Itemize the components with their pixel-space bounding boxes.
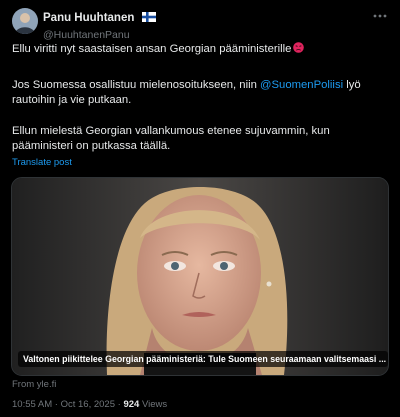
tweet-paragraph-2: Jos Suomessa osallistuu mielenosoituksee… bbox=[12, 78, 388, 108]
link-preview-card[interactable]: Valtonen piikittelee Georgian pääministe… bbox=[11, 177, 389, 376]
author-block: Panu Huuhtanen @HuuhtanenPanu bbox=[43, 8, 156, 42]
mention-link[interactable]: @SuomenPoliisi bbox=[260, 79, 343, 91]
tweet-paragraph-3: Ellun mielestä Georgian vallankumous ete… bbox=[12, 125, 330, 152]
author-handle[interactable]: @HuuhtanenPanu bbox=[43, 28, 156, 42]
card-image bbox=[12, 178, 388, 375]
avatar-image bbox=[12, 8, 38, 34]
views-count: 924 bbox=[123, 399, 140, 410]
paragraph-1-text: Ellu viritti nyt saastaisen ansan Georgi… bbox=[12, 43, 292, 55]
finland-flag-icon bbox=[141, 9, 156, 27]
avatar[interactable] bbox=[12, 8, 38, 34]
tweet-paragraph-1: Ellu viritti nyt saastaisen ansan Georgi… bbox=[12, 42, 388, 57]
more-options-button[interactable] bbox=[372, 9, 388, 23]
tweet-meta: 10:55 AM · Oct 16, 2025 · 924 Views bbox=[12, 399, 167, 410]
views-label: Views bbox=[141, 399, 168, 410]
tweet-date[interactable]: Oct 16, 2025 bbox=[61, 399, 115, 410]
angry-face-icon bbox=[293, 42, 305, 53]
tweet: Panu Huuhtanen @HuuhtanenPanu Ellu virit… bbox=[0, 0, 400, 417]
meta-separator-1: · bbox=[52, 399, 61, 410]
display-name[interactable]: Panu Huuhtanen bbox=[43, 11, 134, 25]
paragraph-2-text-start: Jos Suomessa osallistuu mielenosoituksee… bbox=[12, 79, 261, 91]
card-caption: Valtonen piikittelee Georgian pääministe… bbox=[18, 351, 388, 367]
translate-post-link[interactable]: Translate post bbox=[12, 157, 72, 168]
tweet-time[interactable]: 10:55 AM bbox=[12, 399, 52, 410]
more-dots-icon bbox=[373, 14, 387, 18]
card-source-link[interactable]: From yle.fi bbox=[12, 379, 56, 390]
